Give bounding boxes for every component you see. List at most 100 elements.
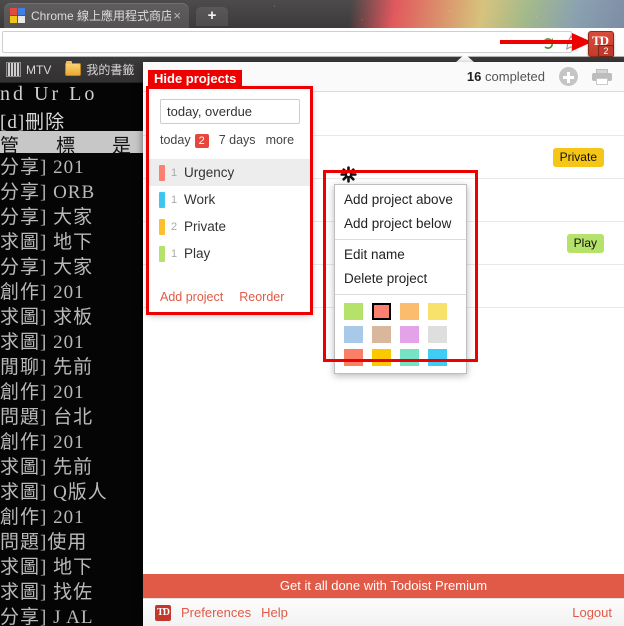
- bbs-row: 創作] 201: [0, 507, 85, 528]
- bbs-row: 分享] ORB: [0, 182, 96, 203]
- chrome-web-store-icon: [10, 7, 26, 24]
- project-name: Work: [184, 192, 216, 207]
- gear-icon[interactable]: [340, 166, 357, 183]
- quick-filters: today 2 7 days more: [160, 133, 305, 148]
- plus-circle-icon[interactable]: [559, 67, 578, 86]
- project-color-swatch: [159, 164, 165, 181]
- bbs-row: 問題] 台北: [0, 407, 94, 428]
- reload-icon[interactable]: [540, 35, 556, 51]
- bbs-row: 求圖] 先前: [0, 457, 94, 478]
- project-color-swatch: [159, 245, 165, 262]
- palette-row: [344, 349, 466, 366]
- projects-actions: Add project Reorder: [160, 290, 300, 304]
- quick-filter-today[interactable]: today 2: [160, 133, 209, 148]
- palette-row: [344, 326, 466, 343]
- project-item-private[interactable]: 2 Private: [149, 213, 310, 240]
- quick-filter-7-days[interactable]: 7 days: [219, 133, 256, 147]
- bookmark-item-mtv[interactable]: MTV: [6, 62, 51, 77]
- project-list: 1 Urgency 1 Work 2 Private 1 Play: [149, 159, 310, 267]
- help-link[interactable]: Help: [261, 605, 288, 620]
- menu-item-add-project-below[interactable]: Add project below: [335, 212, 466, 236]
- menu-separator: [335, 294, 466, 295]
- menu-item-edit-name[interactable]: Edit name: [335, 243, 466, 267]
- hide-projects-label[interactable]: Hide projects: [148, 70, 243, 89]
- color-swatch[interactable]: [344, 349, 363, 366]
- bbs-row: 分享] 201: [0, 157, 85, 178]
- premium-banner[interactable]: Get it all done with Todoist Premium: [143, 574, 624, 598]
- color-swatch[interactable]: [344, 326, 363, 343]
- color-swatch[interactable]: [400, 303, 419, 320]
- project-task-count: 2: [171, 220, 178, 233]
- popup-footer: TD Preferences Help Logout: [143, 598, 624, 626]
- menu-item-add-project-above[interactable]: Add project above: [335, 188, 466, 212]
- project-item-play[interactable]: 1 Play: [149, 240, 310, 267]
- add-project-link[interactable]: Add project: [160, 290, 223, 304]
- bbs-row: 求圖] 201: [0, 332, 85, 353]
- today-count-badge: 2: [194, 134, 209, 148]
- logout-link[interactable]: Logout: [572, 605, 612, 620]
- completed-number: 16: [466, 69, 482, 84]
- bbs-row: 閒聊] 先前: [0, 357, 94, 378]
- bbs-row: 分享] 大家: [0, 257, 94, 278]
- browser-toolbar: [0, 28, 624, 57]
- project-name: Private: [184, 219, 227, 234]
- menu-separator: [335, 239, 466, 240]
- extension-badge: 2: [598, 45, 614, 57]
- project-filter-input[interactable]: [160, 99, 300, 124]
- bbs-row: 創作] 201: [0, 432, 85, 453]
- bbs-row: 問題]使用: [0, 532, 88, 553]
- preferences-link[interactable]: Preferences: [181, 605, 251, 620]
- bookmark-label: 我的書籤: [86, 63, 135, 77]
- todoist-logo-icon: TD: [155, 604, 171, 621]
- bbs-row: 求圖] Q版人: [0, 482, 108, 503]
- color-swatch[interactable]: [428, 349, 447, 366]
- reorder-link[interactable]: Reorder: [239, 290, 284, 304]
- project-color-swatch: [159, 191, 165, 208]
- color-palette: [335, 298, 466, 373]
- quick-filter-label: today: [160, 133, 191, 147]
- color-swatch[interactable]: [372, 326, 391, 343]
- color-swatch[interactable]: [372, 349, 391, 366]
- browser-tab[interactable]: Chrome 線上應用程式商店 ×: [4, 3, 189, 28]
- menu-item-delete-project[interactable]: Delete project: [335, 267, 466, 291]
- project-item-urgency[interactable]: 1 Urgency: [149, 159, 310, 186]
- project-badge[interactable]: Private: [552, 148, 604, 167]
- project-badge[interactable]: Play: [566, 234, 604, 253]
- project-task-count: 1: [171, 247, 178, 260]
- palette-row: [344, 303, 466, 320]
- project-task-count: 1: [171, 166, 178, 179]
- color-swatch[interactable]: [344, 303, 363, 320]
- bookmark-item-my-bookmarks[interactable]: 我的書籤: [65, 61, 134, 78]
- projects-dropdown: today2 7 days more 1Urgency1Work2Private…: [148, 88, 311, 313]
- color-swatch[interactable]: [400, 326, 419, 343]
- bbs-row: 創作] 201: [0, 282, 85, 303]
- project-color-swatch: [159, 218, 165, 235]
- star-icon[interactable]: [562, 34, 580, 52]
- color-swatch[interactable]: [372, 303, 391, 320]
- project-item-work[interactable]: 1 Work: [149, 186, 310, 213]
- color-swatch[interactable]: [400, 349, 419, 366]
- quick-filter-more[interactable]: more: [266, 133, 294, 147]
- todoist-extension-button[interactable]: TD 2: [588, 31, 614, 57]
- printer-icon[interactable]: [592, 68, 612, 85]
- bbs-row: 求圖] 地下: [0, 557, 94, 578]
- bookmark-label: MTV: [26, 62, 52, 77]
- address-bar-input[interactable]: [2, 31, 572, 53]
- project-name: Play: [184, 246, 211, 261]
- bbs-row: 求圖] 求板: [0, 307, 94, 328]
- completed-count[interactable]: 16 completed: [467, 69, 545, 84]
- close-icon[interactable]: ×: [171, 9, 183, 22]
- bbs-selected-row: 管 標 是: [0, 131, 150, 153]
- bbs-row: 分享] 大家: [0, 207, 94, 228]
- bbs-row: 創作] 201: [0, 382, 85, 403]
- color-swatch[interactable]: [428, 326, 447, 343]
- grid-icon: [6, 62, 21, 77]
- bbs-row-list: 分享] 201 分享] ORB 分享] 大家 求圖] 地下 分享] 大家 創作] 201 求…: [0, 155, 160, 626]
- browser-tab-title: Chrome 線上應用程式商店: [31, 9, 172, 23]
- completed-label: completed: [485, 69, 545, 84]
- project-context-menu: Add project above Add project below Edit…: [334, 184, 467, 374]
- bbs-row: 分享] J AL: [0, 607, 94, 626]
- project-name: Urgency: [184, 165, 235, 180]
- color-swatch[interactable]: [428, 303, 447, 320]
- new-tab-button[interactable]: +: [196, 7, 228, 26]
